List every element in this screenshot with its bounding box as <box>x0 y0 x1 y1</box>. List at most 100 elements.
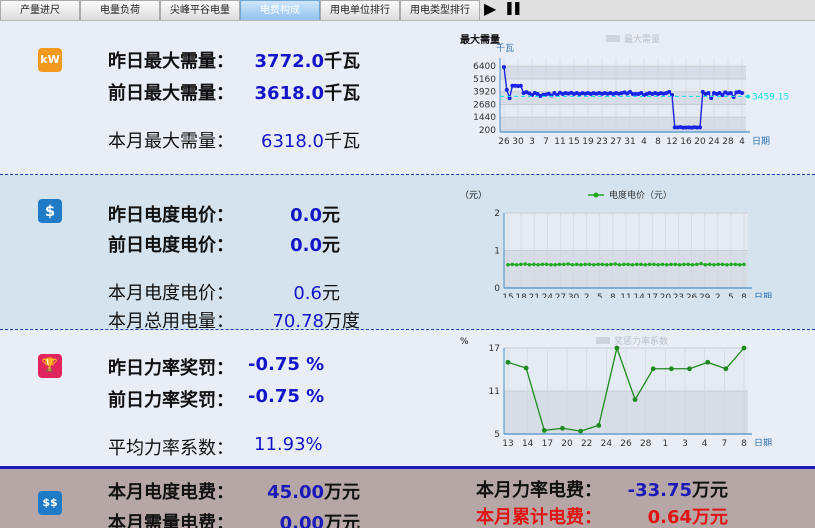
data-point <box>579 262 583 267</box>
x-tick-label: 2 <box>584 293 590 298</box>
tab-peak-valley[interactable]: 尖峰平谷电量 <box>160 0 240 20</box>
daybefore-demand-label: 前日最大需量： <box>108 83 234 104</box>
price-chart: 0 1 2 15 18 21 24 27 30 2 5 8 11 14 17 20 23 26 29 2 5 8 日期 （元）… <box>460 189 772 298</box>
x-tick-label: 22 <box>581 439 592 446</box>
daybefore-demand-value: 3618.0千瓦 <box>254 83 360 104</box>
data-point <box>647 262 652 267</box>
pause-icon[interactable]: ❚❚ <box>504 1 523 19</box>
data-point <box>549 262 553 267</box>
data-point <box>712 262 716 267</box>
play-icon[interactable]: ▶ <box>484 1 498 19</box>
month-demand-value: 6318.0千瓦 <box>261 131 360 152</box>
tab-type-ranking[interactable]: 用电类型排行 <box>400 0 480 20</box>
data-point <box>570 262 575 267</box>
data-point <box>741 345 747 351</box>
month-demand-label: 本月最大需量： <box>108 131 234 152</box>
kw-icon: kW <box>38 48 62 72</box>
data-point <box>557 262 562 267</box>
data-point <box>690 262 695 267</box>
data-point <box>731 95 736 100</box>
x-axis-label: 日期 <box>752 136 770 147</box>
data-point <box>723 366 729 372</box>
x-axis-label: 日期 <box>754 438 772 446</box>
data-point <box>630 262 635 267</box>
x-tick-label: 8 <box>741 293 747 298</box>
y-tick-label: 2 <box>494 209 500 219</box>
x-tick-label: 28 <box>640 439 652 446</box>
plot-band <box>500 78 746 92</box>
y-tick-label: 17 <box>489 344 500 354</box>
data-point <box>695 262 699 267</box>
legend-label: 奖惩力率系数 <box>614 335 668 347</box>
tab-unit-ranking[interactable]: 用电单位排行 <box>320 0 400 20</box>
x-tick-label: 2 <box>715 293 721 298</box>
data-point <box>733 262 738 267</box>
x-tick-label: 3 <box>529 137 535 147</box>
legend-swatch <box>606 35 620 42</box>
dashboard: { "tabs": [ {"label": "产量进尺", "active": … <box>0 0 815 528</box>
x-axis-label: 日期 <box>754 292 772 298</box>
data-point <box>536 262 540 267</box>
x-tick-label: 5 <box>597 293 603 298</box>
x-tick-label: 20 <box>660 293 672 298</box>
x-tick-label: 11 <box>620 293 631 298</box>
pf-fee-label: 本月力率电费： <box>476 480 602 501</box>
data-point <box>687 366 692 372</box>
data-point <box>617 262 622 267</box>
month-price-label: 本月电度电价： <box>108 283 234 304</box>
x-tick-label: 1 <box>662 439 668 446</box>
demand-fee-label: 本月需量电费： <box>108 513 234 528</box>
data-point <box>566 262 570 266</box>
data-point <box>596 423 602 428</box>
x-tick-label: 4 <box>739 137 745 147</box>
data-point <box>561 262 566 267</box>
x-tick-label: 4 <box>702 439 708 446</box>
data-point <box>742 262 746 267</box>
max-demand-chart: 2001440268039205160640026 30 3 7 11 15 19 23 27 3… <box>460 33 789 147</box>
data-point <box>673 262 678 267</box>
plot-band <box>500 104 746 118</box>
data-point <box>541 428 547 433</box>
y-axis-unit: % <box>460 337 469 347</box>
data-point <box>705 359 711 365</box>
data-point <box>706 90 711 95</box>
x-tick-label: 17 <box>646 293 657 298</box>
data-point <box>531 262 536 267</box>
x-tick-label: 15 <box>502 293 513 298</box>
daybefore-pf-value: -0.75 % <box>248 386 325 407</box>
data-point <box>677 262 682 267</box>
x-tick-label: 26 <box>686 293 698 298</box>
x-tick-label: 27 <box>555 293 566 298</box>
avg-pf-value: 11.93% <box>254 434 323 455</box>
x-tick-label: 11 <box>554 137 565 147</box>
x-tick-label: 30 <box>568 293 580 298</box>
x-tick-label: 24 <box>542 293 554 298</box>
tab-fee-composition[interactable]: 电费构成 <box>240 0 320 20</box>
y-tick-label: 5160 <box>473 75 496 85</box>
data-point <box>604 262 609 267</box>
data-point <box>737 262 742 267</box>
x-tick-label: 20 <box>561 439 573 446</box>
plot-band <box>500 117 746 130</box>
legend-swatch <box>596 337 610 344</box>
y-tick-label: 3920 <box>473 88 496 98</box>
x-tick-label: 27 <box>610 137 621 147</box>
yesterday-price-label: 昨日电度电价： <box>108 205 234 226</box>
yesterday-pf-label: 昨日力率奖罚： <box>108 358 234 379</box>
x-tick-label: 23 <box>596 137 607 147</box>
data-point <box>669 262 673 267</box>
tab-load[interactable]: 电量负荷 <box>80 0 160 20</box>
data-point <box>650 366 656 372</box>
x-tick-label: 26 <box>498 137 510 147</box>
pf-fee-value: -33.75万元 <box>627 480 728 501</box>
data-point <box>634 262 639 267</box>
legend-label: 最大需量 <box>624 33 660 45</box>
data-point <box>600 262 605 267</box>
tab-production[interactable]: 产量进尺 <box>0 0 80 20</box>
x-tick-label: 13 <box>502 439 513 446</box>
x-tick-label: 16 <box>680 137 692 147</box>
data-point <box>740 90 744 95</box>
data-point <box>504 87 509 92</box>
y-tick-label: 11 <box>489 387 500 397</box>
x-tick-label: 7 <box>721 439 727 446</box>
